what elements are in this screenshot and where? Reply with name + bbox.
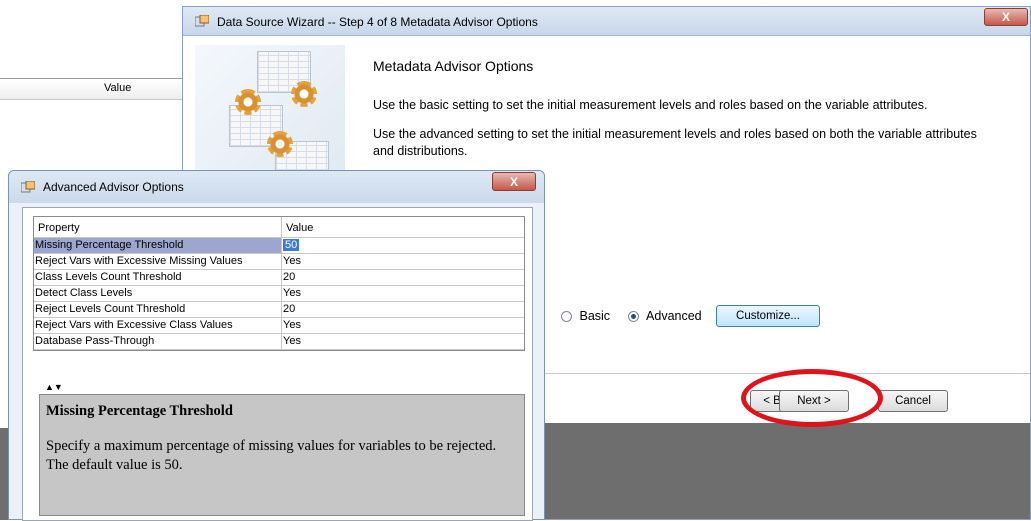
- wizard-close-button[interactable]: X: [984, 8, 1028, 26]
- background-value-header: Value: [104, 82, 132, 94]
- property-column-header[interactable]: Property: [34, 217, 282, 237]
- table-row[interactable]: Database Pass-Through Yes: [34, 334, 524, 350]
- value-cell[interactable]: 20: [282, 270, 524, 285]
- value-cell[interactable]: Yes: [282, 318, 524, 333]
- property-cell[interactable]: Missing Percentage Threshold: [34, 238, 282, 253]
- property-table-header: Property Value: [34, 217, 524, 238]
- basic-radio-label[interactable]: Basic: [579, 309, 610, 323]
- table-row[interactable]: Reject Vars with Excessive Missing Value…: [34, 254, 524, 270]
- cancel-button[interactable]: Cancel: [878, 390, 948, 412]
- dialog-title-bar[interactable]: Advanced Advisor Options X: [9, 171, 544, 203]
- table-row[interactable]: Class Levels Count Threshold 20: [34, 270, 524, 286]
- property-cell[interactable]: Detect Class Levels: [34, 286, 282, 301]
- value-cell[interactable]: 20: [282, 302, 524, 317]
- value-cell[interactable]: 50: [282, 238, 524, 253]
- splitter-arrows-icon[interactable]: ▲▼: [45, 383, 63, 392]
- gear-icon: [267, 131, 293, 157]
- advisor-option-group: Basic Advanced: [561, 309, 702, 323]
- background-table-header: Value: [0, 78, 190, 100]
- value-cell[interactable]: Yes: [282, 286, 524, 301]
- value-cell[interactable]: Yes: [282, 334, 524, 349]
- value-column-header[interactable]: Value: [282, 217, 317, 237]
- wizard-title: Data Source Wizard -- Step 4 of 8 Metada…: [217, 15, 538, 29]
- advanced-radio[interactable]: [627, 311, 639, 322]
- property-cell[interactable]: Reject Vars with Excessive Class Values: [34, 318, 282, 333]
- table-row[interactable]: Detect Class Levels Yes: [34, 286, 524, 302]
- dialog-app-icon: [21, 181, 35, 193]
- property-cell[interactable]: Class Levels Count Threshold: [34, 270, 282, 285]
- property-cell[interactable]: Reject Vars with Excessive Missing Value…: [34, 254, 282, 269]
- customize-button[interactable]: Customize...: [716, 305, 820, 327]
- property-cell[interactable]: Reject Levels Count Threshold: [34, 302, 282, 317]
- dialog-content: Property Value Missing Percentage Thresh…: [22, 207, 533, 521]
- value-text[interactable]: 50: [283, 239, 300, 251]
- dialog-title: Advanced Advisor Options: [43, 180, 184, 194]
- table-row[interactable]: Reject Vars with Excessive Class Values …: [34, 318, 524, 334]
- property-cell[interactable]: Database Pass-Through: [34, 334, 282, 349]
- advanced-advisor-options-dialog: Advanced Advisor Options X Property Valu…: [8, 170, 545, 521]
- advanced-radio-label[interactable]: Advanced: [646, 309, 702, 323]
- wizard-app-icon: [195, 15, 209, 27]
- property-description-panel: Missing Percentage Threshold Specify a m…: [39, 394, 525, 516]
- description-title: Missing Percentage Threshold: [46, 403, 233, 419]
- wizard-step-heading: Metadata Advisor Options: [373, 58, 534, 74]
- next-button-highlight-annotation: [741, 369, 883, 427]
- description-text: Specify a maximum percentage of missing …: [46, 438, 497, 473]
- advanced-setting-description: Use the advanced setting to set the init…: [373, 127, 977, 158]
- table-row[interactable]: Missing Percentage Threshold 50: [34, 238, 524, 254]
- property-table: Property Value Missing Percentage Thresh…: [33, 216, 525, 351]
- dialog-close-button[interactable]: X: [492, 172, 536, 191]
- value-cell[interactable]: Yes: [282, 254, 524, 269]
- basic-radio[interactable]: [561, 311, 572, 322]
- basic-setting-description: Use the basic setting to set the initial…: [373, 98, 928, 112]
- gear-icon: [291, 81, 317, 107]
- gear-icon: [235, 89, 261, 115]
- table-row[interactable]: Reject Levels Count Threshold 20: [34, 302, 524, 318]
- wizard-title-bar[interactable]: Data Source Wizard -- Step 4 of 8 Metada…: [183, 7, 1030, 36]
